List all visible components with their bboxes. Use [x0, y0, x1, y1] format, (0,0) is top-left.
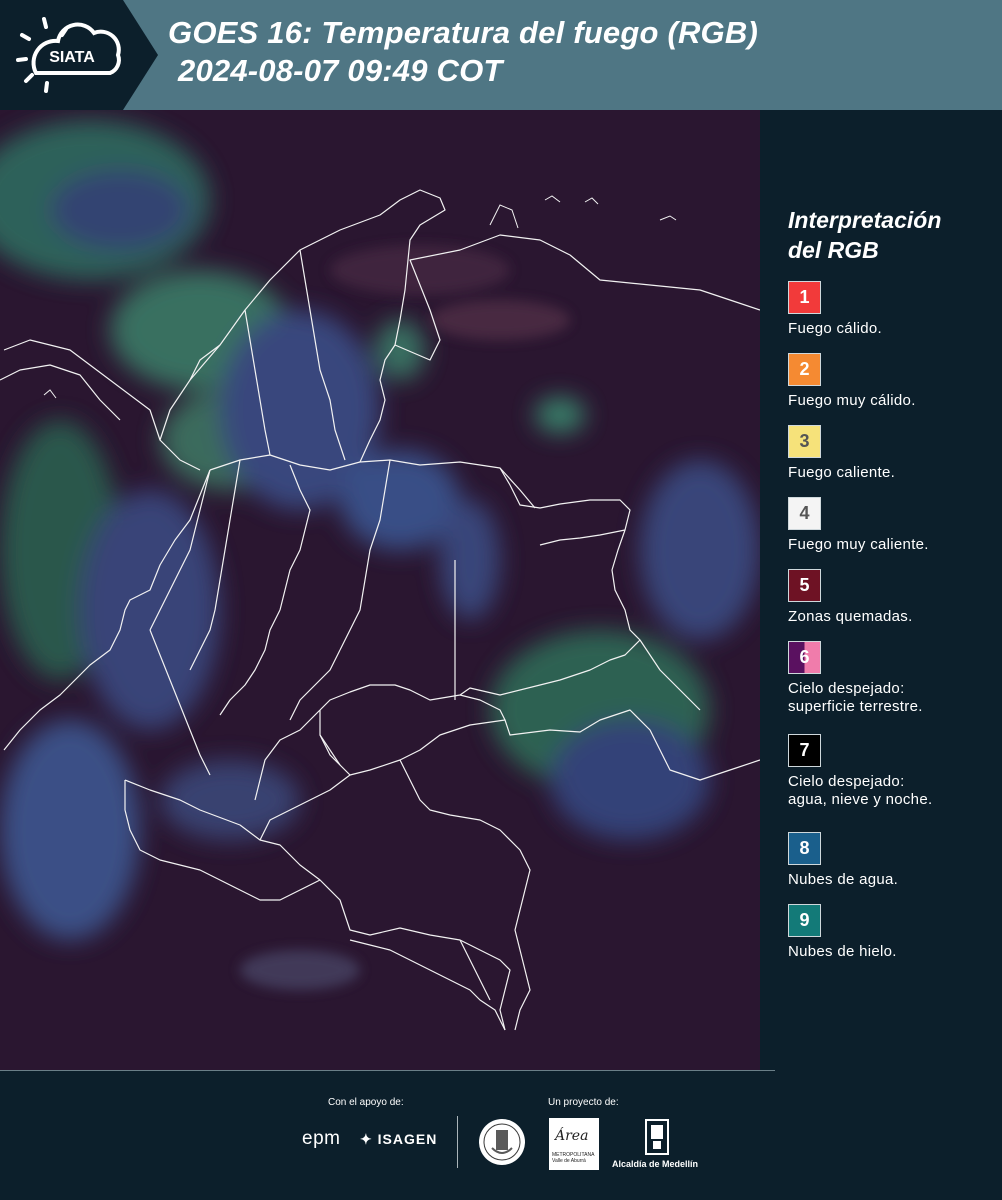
legend-swatch-8: 8 — [788, 832, 821, 865]
epm-logo: epm — [302, 1128, 341, 1149]
project-label: Un proyecto de: — [548, 1097, 619, 1108]
legend-item-2: 2 Fuego muy cálido. — [788, 353, 998, 410]
legend-swatch-1: 1 — [788, 281, 821, 314]
legend-panel: Interpretación del RGB 1 Fuego cálido. 2… — [760, 110, 1002, 1070]
legend-label-4: Fuego muy caliente. — [788, 536, 929, 553]
legend-swatch-7: 7 — [788, 734, 821, 767]
footer-divider — [0, 1070, 775, 1071]
legend-label-6: Cielo despejado: superficie terrestre. — [788, 680, 998, 716]
legend-item-4: 4 Fuego muy caliente. — [788, 497, 998, 554]
legend-title: Interpretación del RGB — [788, 205, 941, 265]
legend-item-3: 3 Fuego caliente. — [788, 425, 998, 482]
area-metropolitana-logo: Área METROPOLITANA Valle de Aburrá — [549, 1118, 599, 1170]
legend-label-2: Fuego muy cálido. — [788, 392, 916, 409]
legend-number-7: 7 — [799, 740, 810, 760]
legend-swatch-5: 5 — [788, 569, 821, 602]
legend-number-9: 9 — [799, 910, 810, 930]
legend-item-5: 5 Zonas quemadas. — [788, 569, 998, 626]
legend-item-7: 7 Cielo despejado: agua, nieve y noche. — [788, 734, 998, 809]
legend-swatch-6: 6 — [788, 641, 821, 674]
alcaldia-shield-icon — [645, 1119, 669, 1155]
legend-label-3: Fuego caliente. — [788, 464, 896, 481]
legend-swatch-4: 4 — [788, 497, 821, 530]
legend-item-6: 6 Cielo despejado: superficie terrestre. — [788, 641, 998, 716]
area-logo-sub: METROPOLITANA Valle de Aburrá — [552, 1152, 595, 1164]
page-title: GOES 16: Temperatura del fuego (RGB) 202… — [168, 14, 758, 90]
legend-label-8: Nubes de agua. — [788, 871, 899, 888]
area-logo-word: Área — [555, 1128, 589, 1144]
legend-number-2: 2 — [799, 359, 810, 379]
legend-number-8: 8 — [799, 838, 810, 858]
title-line-1: GOES 16: Temperatura del fuego (RGB) — [168, 15, 758, 50]
legend-label-6-line-1: Cielo despejado: — [788, 680, 905, 697]
legend-number-5: 5 — [799, 575, 810, 595]
siata-logo: SIATA — [16, 17, 121, 93]
legend-label-7-line-1: Cielo despejado: — [788, 773, 905, 790]
footer-vertical-divider — [457, 1116, 458, 1168]
legend-title-line-2: del RGB — [788, 237, 879, 263]
alcaldia-text: Alcaldía de Medellín — [612, 1159, 699, 1169]
legend-item-9: 9 Nubes de hielo. — [788, 904, 998, 961]
support-label: Con el apoyo de: — [328, 1097, 404, 1108]
footer: Con el apoyo de: Un proyecto de: epm ✦ I… — [0, 1070, 1002, 1200]
legend-label-7: Cielo despejado: agua, nieve y noche. — [788, 773, 998, 809]
legend-label-7-line-2: agua, nieve y noche. — [788, 791, 933, 808]
legend-label-9: Nubes de hielo. — [788, 943, 897, 960]
legend-number-6: 6 — [799, 647, 810, 667]
legend-number-3: 3 — [799, 431, 810, 451]
legend-item-1: 1 Fuego cálido. — [788, 281, 998, 338]
legend-number-1: 1 — [799, 287, 810, 307]
legend-label-1: Fuego cálido. — [788, 320, 882, 337]
legend-label-5: Zonas quemadas. — [788, 608, 913, 625]
logo-text: SIATA — [49, 49, 95, 66]
legend-swatch-3: 3 — [788, 425, 821, 458]
legend-swatch-9: 9 — [788, 904, 821, 937]
legend-item-8: 8 Nubes de agua. — [788, 832, 998, 889]
legend-swatch-2: 2 — [788, 353, 821, 386]
legend-label-6-line-2: superficie terrestre. — [788, 698, 923, 715]
isagen-logo-text: ISAGEN — [377, 1131, 438, 1147]
isagen-logo: ✦ ISAGEN — [360, 1131, 438, 1147]
legend-number-4: 4 — [799, 503, 810, 523]
satellite-map — [0, 110, 760, 1070]
legend-title-line-1: Interpretación — [788, 207, 942, 233]
university-seal-icon — [479, 1119, 525, 1165]
title-line-2: 2024-08-07 09:49 COT — [178, 53, 503, 88]
